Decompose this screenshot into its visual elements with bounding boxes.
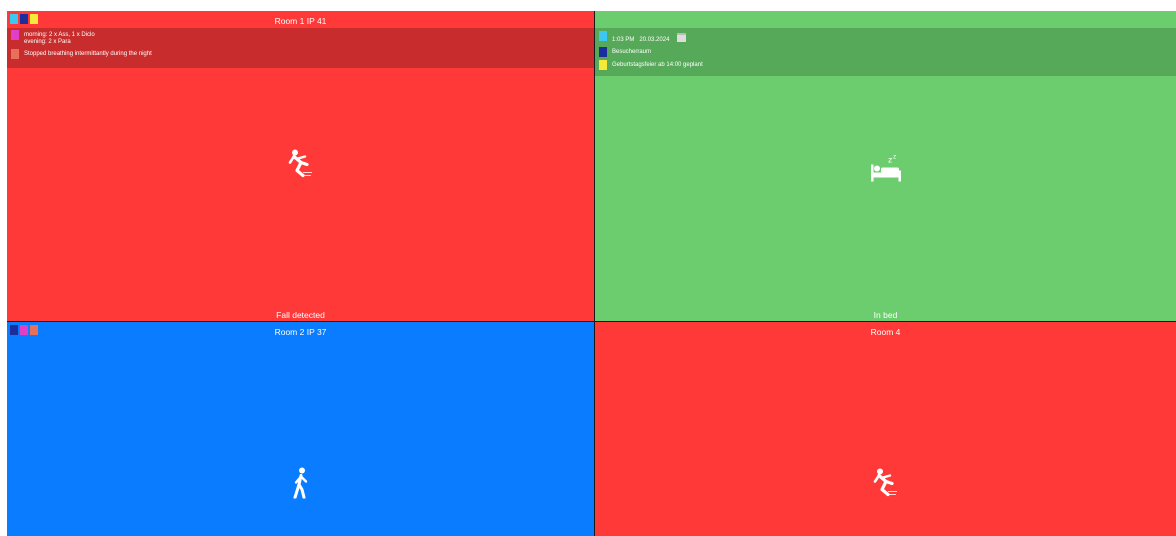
note-color-swatch xyxy=(599,31,607,41)
room-tile-room-2[interactable]: Room 2 IP 37 xyxy=(7,322,594,536)
note-item[interactable]: Besucherraum xyxy=(599,47,1176,57)
note-text: evening: 2 x Para xyxy=(24,39,71,45)
status-label: In bed xyxy=(873,310,898,320)
status-label: Fall detected xyxy=(276,310,325,320)
room-tile-room-4[interactable]: Room 4 xyxy=(595,322,1176,536)
svg-text:z: z xyxy=(893,154,896,161)
note-time: 1:03 PM xyxy=(612,37,635,43)
room-tile-room-1[interactable]: Room 1 IP 41 morning: 2 x Ass, 1 x Diclo… xyxy=(7,11,594,321)
room-title: Room 2 IP 37 xyxy=(274,327,327,337)
calendar-icon[interactable] xyxy=(677,33,687,42)
notes-band: morning: 2 x Ass, 1 x Diclo evening: 2 x… xyxy=(7,28,594,68)
note-text: Stopped breathing intermittantly during … xyxy=(24,51,152,57)
note-item[interactable]: Geburtstagsfeier ab 14:00 geplant xyxy=(599,60,1176,70)
room-title: Room 4 xyxy=(870,327,901,337)
sleeping-in-bed-icon: z z xyxy=(868,154,904,189)
note-item[interactable]: morning: 2 x Ass, 1 x Diclo evening: 2 x… xyxy=(11,30,594,46)
note-text: Besucherraum xyxy=(612,49,652,55)
note-color-swatch xyxy=(599,60,607,70)
notes-band: 1:03 PM 20.03.2024 Besucherraum Geburtst… xyxy=(595,28,1176,76)
note-color-swatch xyxy=(11,49,19,59)
fall-icon xyxy=(285,148,317,185)
room-tile-top-right[interactable]: 1:03 PM 20.03.2024 Besucherraum Geburtst… xyxy=(595,11,1176,321)
note-text: Geburtstagsfeier ab 14:00 geplant xyxy=(612,62,703,68)
note-item[interactable]: 1:03 PM 20.03.2024 xyxy=(599,31,1176,44)
note-color-swatch xyxy=(11,30,19,40)
note-item[interactable]: Stopped breathing intermittantly during … xyxy=(11,49,594,59)
walking-person-icon xyxy=(289,467,313,504)
fall-icon xyxy=(870,467,902,504)
note-date: 20.03.2024 xyxy=(639,37,670,43)
note-text: morning: 2 x Ass, 1 x Diclo xyxy=(24,32,95,38)
room-monitor-grid: Room 1 IP 41 morning: 2 x Ass, 1 x Diclo… xyxy=(7,11,1176,536)
svg-text:z: z xyxy=(888,156,892,165)
room-title: Room 1 IP 41 xyxy=(274,16,327,26)
note-color-swatch xyxy=(599,47,607,57)
